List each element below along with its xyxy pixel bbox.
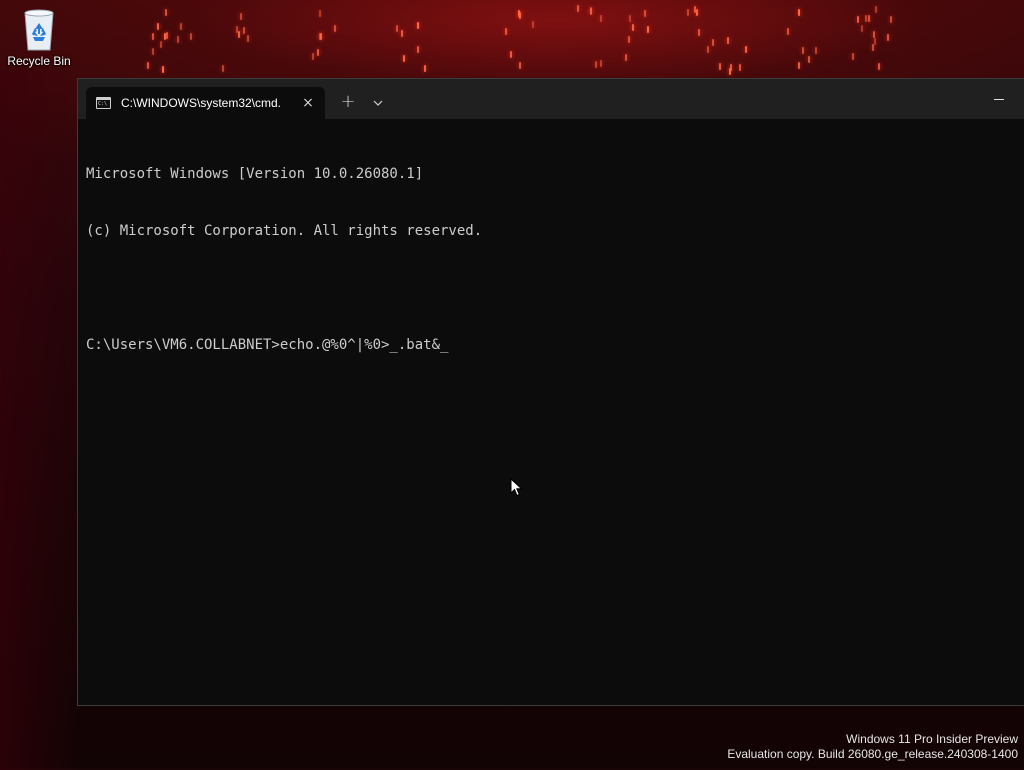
tab-title: C:\WINDOWS\system32\cmd. xyxy=(121,96,282,110)
wallpaper-spark xyxy=(160,41,162,48)
watermark-edition: Windows 11 Pro Insider Preview xyxy=(846,732,1018,746)
wallpaper-spark xyxy=(872,44,874,51)
wallpaper-spark xyxy=(719,63,721,70)
wallpaper-spark xyxy=(696,9,698,16)
close-tab-button[interactable]: × xyxy=(297,92,319,114)
wallpaper-spark xyxy=(868,15,870,22)
wallpaper-spark xyxy=(317,49,319,56)
mouse-pointer-icon xyxy=(510,478,523,497)
tab-dropdown-button[interactable] xyxy=(366,91,390,115)
wallpaper-spark xyxy=(247,35,249,42)
console-prompt-line[interactable]: C:\Users\VM6.COLLABNET>echo.@%0^|%0>_.ba… xyxy=(86,336,1016,355)
terminal-window: C:\ C:\WINDOWS\system32\cmd. × + Microso… xyxy=(77,78,1024,706)
console-output[interactable]: Microsoft Windows [Version 10.0.26080.1]… xyxy=(86,127,1016,697)
minimize-icon xyxy=(994,98,1004,100)
wallpaper-spark xyxy=(401,30,403,37)
wallpaper-spark xyxy=(625,54,627,61)
wallpaper-spark xyxy=(334,25,336,32)
cmd-icon: C:\ xyxy=(96,97,111,109)
wallpaper-spark xyxy=(729,68,731,75)
wallpaper-spark xyxy=(644,10,646,17)
wallpaper-spark xyxy=(403,55,405,62)
wallpaper-spark xyxy=(727,37,729,44)
wallpaper-spark xyxy=(861,25,863,32)
wallpaper-spark xyxy=(647,26,649,33)
wallpaper-spark xyxy=(396,25,398,32)
console-line: Microsoft Windows [Version 10.0.26080.1] xyxy=(86,166,424,182)
wallpaper-spark xyxy=(628,36,630,43)
wallpaper-spark xyxy=(787,28,789,35)
wallpaper-spark xyxy=(165,9,167,16)
wallpaper-spark xyxy=(162,66,164,73)
wallpaper-spark xyxy=(707,46,709,53)
wallpaper-spark xyxy=(417,46,419,53)
wallpaper-spark xyxy=(694,6,696,13)
wallpaper-spark xyxy=(243,27,245,34)
wallpaper-spark xyxy=(424,65,426,72)
wallpaper-spark xyxy=(240,13,242,20)
wallpaper-spark xyxy=(712,39,714,46)
wallpaper-spark xyxy=(532,21,534,28)
plus-icon: + xyxy=(340,91,356,112)
wallpaper-spark xyxy=(629,15,631,22)
desktop-icon-recycle-bin[interactable]: Recycle Bin xyxy=(4,6,74,76)
wallpaper-spark xyxy=(180,23,182,30)
wallpaper-spark xyxy=(505,28,507,35)
wallpaper-spark xyxy=(417,22,419,29)
terminal-titlebar[interactable]: C:\ C:\WINDOWS\system32\cmd. × + xyxy=(78,79,1024,119)
wallpaper-spark xyxy=(798,9,800,16)
wallpaper-spark xyxy=(798,62,800,69)
close-icon: × xyxy=(302,95,314,111)
wallpaper-spark xyxy=(238,31,240,38)
wallpaper-spark xyxy=(887,34,889,41)
wallpaper-spark xyxy=(157,23,159,30)
wallpaper-spark xyxy=(590,8,592,15)
wallpaper-spark xyxy=(865,15,867,22)
wallpaper-spark xyxy=(166,32,168,39)
new-tab-button[interactable]: + xyxy=(336,91,360,115)
minimize-button[interactable] xyxy=(984,85,1014,113)
wallpaper-spark xyxy=(802,47,804,54)
wallpaper-spark xyxy=(890,16,892,23)
wallpaper-spark xyxy=(808,56,810,63)
wallpaper-spark xyxy=(319,33,321,40)
wallpaper-spark xyxy=(873,31,875,38)
wallpaper-spark xyxy=(878,63,880,70)
wallpaper-spark xyxy=(177,36,179,43)
wallpaper-spark xyxy=(632,24,634,31)
wallpaper-spark xyxy=(852,53,854,60)
wallpaper-spark xyxy=(577,5,579,12)
wallpaper-spark xyxy=(698,29,700,36)
console-line: (c) Microsoft Corporation. All rights re… xyxy=(86,223,483,239)
wallpaper-spark xyxy=(687,9,689,16)
wallpaper-spark xyxy=(600,15,602,22)
cmd-icon-text: C:\ xyxy=(98,101,108,107)
wallpaper-spark xyxy=(510,51,512,58)
wallpaper-spark xyxy=(519,62,521,69)
wallpaper-spark xyxy=(519,12,521,19)
desktop-icon-label: Recycle Bin xyxy=(7,54,71,68)
windows-watermark: Windows 11 Pro Insider Preview Evaluatio… xyxy=(727,732,1018,762)
wallpaper-spark xyxy=(815,47,817,54)
tab-cmd[interactable]: C:\ C:\WINDOWS\system32\cmd. × xyxy=(86,87,325,119)
wallpaper-spark xyxy=(874,38,876,45)
wallpaper-glow xyxy=(0,70,80,770)
chevron-down-icon xyxy=(373,100,383,106)
recycle-bin-icon xyxy=(24,9,54,51)
wallpaper-spark xyxy=(152,48,154,55)
wallpaper-spark xyxy=(875,6,877,13)
wallpaper-spark xyxy=(222,65,224,72)
wallpaper-spark xyxy=(739,64,741,71)
wallpaper-spark xyxy=(152,33,154,40)
wallpaper-spark xyxy=(312,53,314,60)
wallpaper-spark xyxy=(319,10,321,17)
wallpaper-spark xyxy=(857,16,859,23)
wallpaper-spark xyxy=(147,62,149,69)
watermark-build: Evaluation copy. Build 26080.ge_release.… xyxy=(727,747,1018,761)
wallpaper-spark xyxy=(745,46,747,53)
wallpaper-spark xyxy=(600,60,602,67)
wallpaper-spark xyxy=(595,61,597,68)
wallpaper-spark xyxy=(190,33,192,40)
